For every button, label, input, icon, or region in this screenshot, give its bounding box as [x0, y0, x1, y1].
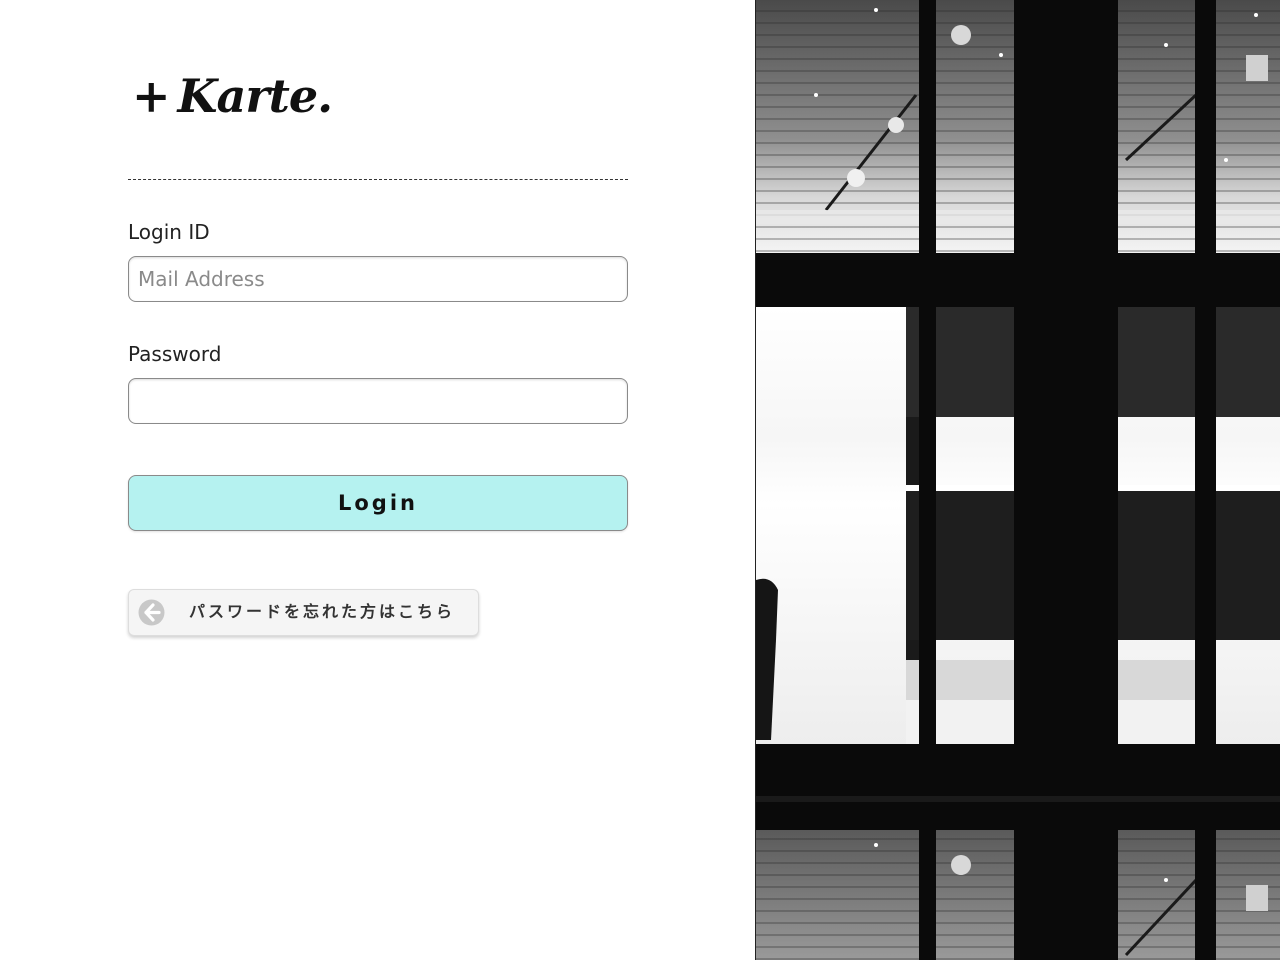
divider: [128, 179, 628, 180]
login-button[interactable]: Login: [128, 475, 628, 531]
logo-plus: +: [132, 69, 171, 123]
forgot-password-label: パスワードを忘れた方はこちら: [189, 602, 456, 621]
logo-text: Karte.: [177, 69, 334, 123]
login-page: +Karte. Login ID Password Login パスワードを忘れ…: [0, 0, 1280, 960]
arrow-left-circle-icon: [138, 599, 165, 626]
login-id-label: Login ID: [128, 220, 210, 244]
password-input[interactable]: [128, 378, 628, 424]
login-panel: +Karte. Login ID Password Login パスワードを忘れ…: [0, 0, 755, 960]
side-photo: [755, 0, 1280, 960]
password-label: Password: [128, 342, 222, 366]
building-windows-image: [756, 0, 1280, 960]
brand-logo: + Karte.: [132, 66, 334, 126]
forgot-password-button[interactable]: パスワードを忘れた方はこちら: [128, 589, 479, 636]
login-id-input[interactable]: [128, 256, 628, 302]
